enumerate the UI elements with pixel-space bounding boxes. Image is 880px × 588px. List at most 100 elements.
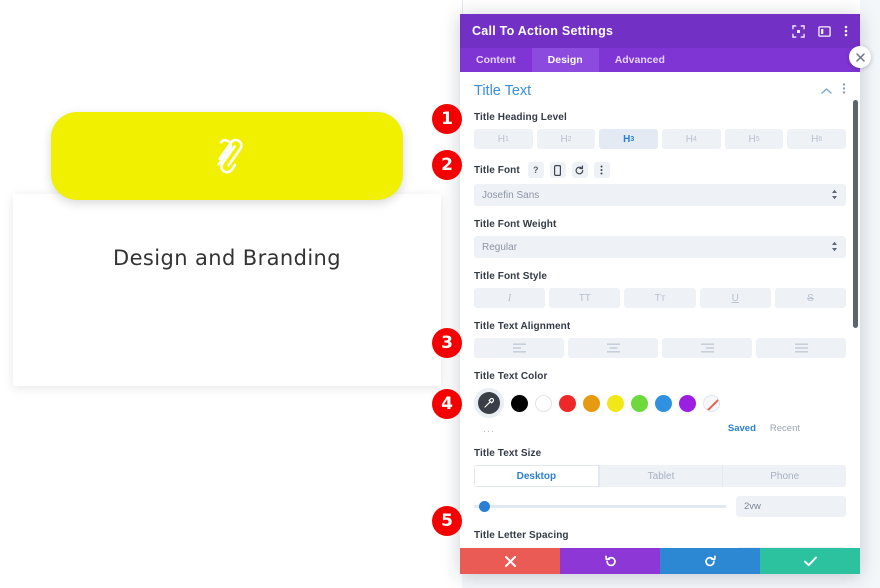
settings-scroll-area: Title Text Title Heading Level H 1 H 2 H…	[460, 72, 860, 548]
recent-colors-link[interactable]: Recent	[770, 423, 800, 434]
close-icon	[504, 555, 516, 567]
select-arrows-icon	[831, 189, 838, 202]
eyedropper-icon	[478, 392, 500, 414]
mobile-icon[interactable]	[549, 162, 566, 178]
heading-level-options: H1 H2 H3 H4 H5 H6	[474, 129, 847, 149]
color-swatch-row	[474, 388, 846, 418]
more-vertical-icon[interactable]	[844, 24, 848, 38]
field-title-heading-level: Title Heading Level H1 H2 H3 H4 H5 H6	[474, 112, 847, 149]
paperclip-icon	[210, 136, 244, 176]
h6-sub: 6	[818, 135, 823, 143]
screen: Design and Branding Call To Action Setti…	[0, 0, 880, 588]
device-tab-tablet[interactable]: Tablet	[599, 465, 723, 487]
field-title-letter-spacing: Title Letter Spacing 0px	[474, 530, 846, 548]
tab-advanced[interactable]: Advanced	[599, 48, 681, 72]
saved-colors-link[interactable]: Saved	[728, 423, 756, 434]
title-font-select[interactable]: Josefin Sans	[474, 184, 846, 206]
align-justify-icon[interactable]	[756, 338, 846, 358]
align-center-icon[interactable]	[568, 338, 658, 358]
text-size-slider[interactable]	[474, 500, 726, 514]
letter-spacing-value[interactable]: 0px	[736, 547, 846, 548]
label-title-text-size: Title Text Size	[474, 448, 542, 459]
reset-icon[interactable]	[571, 162, 588, 178]
section-heading: Title Text	[474, 83, 532, 99]
annotation-badge-5: 5	[432, 506, 462, 536]
swatch-purple[interactable]	[679, 394, 696, 412]
text-size-value[interactable]: 2vw	[736, 496, 846, 517]
heading-level-h2[interactable]: H2	[536, 129, 596, 149]
align-right-icon[interactable]	[662, 338, 752, 358]
swatch-blue[interactable]	[655, 394, 672, 412]
field-title-font-style: Title Font Style I TT Tт U S	[474, 271, 847, 308]
swatch-black[interactable]	[511, 394, 528, 412]
heading-level-h1[interactable]: H1	[474, 129, 533, 149]
strikethrough-icon[interactable]: S	[774, 288, 847, 308]
canvas-bottom-strip	[462, 574, 880, 588]
check-icon	[803, 556, 817, 566]
cta-title: Design and Branding	[113, 246, 341, 270]
field-title-font: Title Font ? Josefin Sans	[474, 162, 846, 206]
italic-icon[interactable]: I	[474, 288, 546, 308]
tab-design[interactable]: Design	[531, 48, 599, 72]
font-style-options: I TT Tт U S	[474, 288, 847, 308]
device-tab-phone[interactable]: Phone	[723, 465, 846, 487]
field-title-text-alignment: Title Text Alignment	[474, 321, 846, 358]
h5-sub: 5	[755, 135, 760, 143]
title-font-more-vertical-icon[interactable]	[593, 162, 610, 178]
close-icon	[855, 52, 865, 62]
h2-sub: 2	[567, 135, 572, 143]
tab-content[interactable]: Content	[460, 48, 532, 72]
label-title-text-color: Title Text Color	[474, 371, 548, 382]
cta-content-card[interactable]: Design and Branding	[13, 194, 441, 386]
section-more-vertical-icon[interactable]	[842, 82, 846, 100]
chevron-up-icon[interactable]	[821, 82, 832, 100]
h1-sub: 1	[505, 135, 509, 143]
swatch-green[interactable]	[631, 394, 648, 412]
swatch-orange[interactable]	[583, 394, 600, 412]
panel-scrollbar-thumb[interactable]	[853, 100, 858, 328]
eyedropper-button[interactable]	[474, 388, 504, 418]
canvas-right-strip	[860, 0, 880, 588]
modal-header-actions	[792, 24, 848, 38]
heading-level-h3[interactable]: H3	[599, 129, 659, 149]
modal-body: Title Text Title Heading Level H 1 H 2 H…	[460, 72, 860, 548]
close-modal-button[interactable]	[849, 46, 871, 68]
label-title-font: Title Font ?	[474, 162, 846, 178]
label-title-heading-level: Title Heading Level	[474, 112, 567, 123]
help-icon[interactable]: ?	[527, 162, 544, 178]
swatch-red[interactable]	[559, 394, 576, 412]
cta-module-preview[interactable]: Design and Branding	[13, 112, 441, 386]
cancel-button[interactable]	[460, 548, 560, 574]
heading-level-h5[interactable]: H5	[724, 129, 784, 149]
uppercase-icon[interactable]: TT	[549, 288, 621, 308]
expand-icon[interactable]	[792, 24, 805, 38]
undo-icon	[604, 554, 616, 566]
field-title-text-color: Title Text Color ... Saved Recent	[474, 371, 846, 435]
device-tab-desktop[interactable]: Desktop	[474, 465, 599, 487]
annotation-badge-4: 4	[432, 389, 462, 419]
title-font-weight-select[interactable]: Regular	[474, 236, 846, 258]
label-title-font-weight: Title Font Weight	[474, 219, 557, 230]
h3-sub: 3	[630, 135, 635, 143]
label-title-text-alignment: Title Text Alignment	[474, 321, 571, 332]
layout-panel-icon[interactable]	[818, 25, 831, 38]
field-title-font-weight: Title Font Weight Regular	[474, 219, 846, 258]
save-button[interactable]	[760, 548, 860, 574]
heading-level-h6[interactable]: H6	[787, 129, 847, 149]
heading-level-h4[interactable]: H4	[662, 129, 721, 149]
text-size-thumb[interactable]	[479, 501, 491, 512]
section-title-text[interactable]: Title Text	[474, 72, 846, 112]
underline-icon[interactable]: U	[699, 288, 771, 308]
swatch-white[interactable]	[535, 394, 552, 412]
redo-icon	[704, 554, 716, 566]
modal-tabs: Content Design Advanced	[460, 48, 860, 72]
small-caps-icon[interactable]: Tт	[624, 288, 696, 308]
label-title-font-style: Title Font Style	[474, 271, 548, 282]
align-left-icon[interactable]	[474, 338, 564, 358]
redo-button[interactable]	[660, 548, 760, 574]
cta-banner[interactable]	[51, 112, 403, 200]
swatch-transparent[interactable]	[703, 394, 720, 412]
swatch-yellow[interactable]	[607, 394, 624, 412]
undo-button[interactable]	[560, 548, 660, 574]
more-colors-icon[interactable]: ...	[474, 423, 504, 435]
